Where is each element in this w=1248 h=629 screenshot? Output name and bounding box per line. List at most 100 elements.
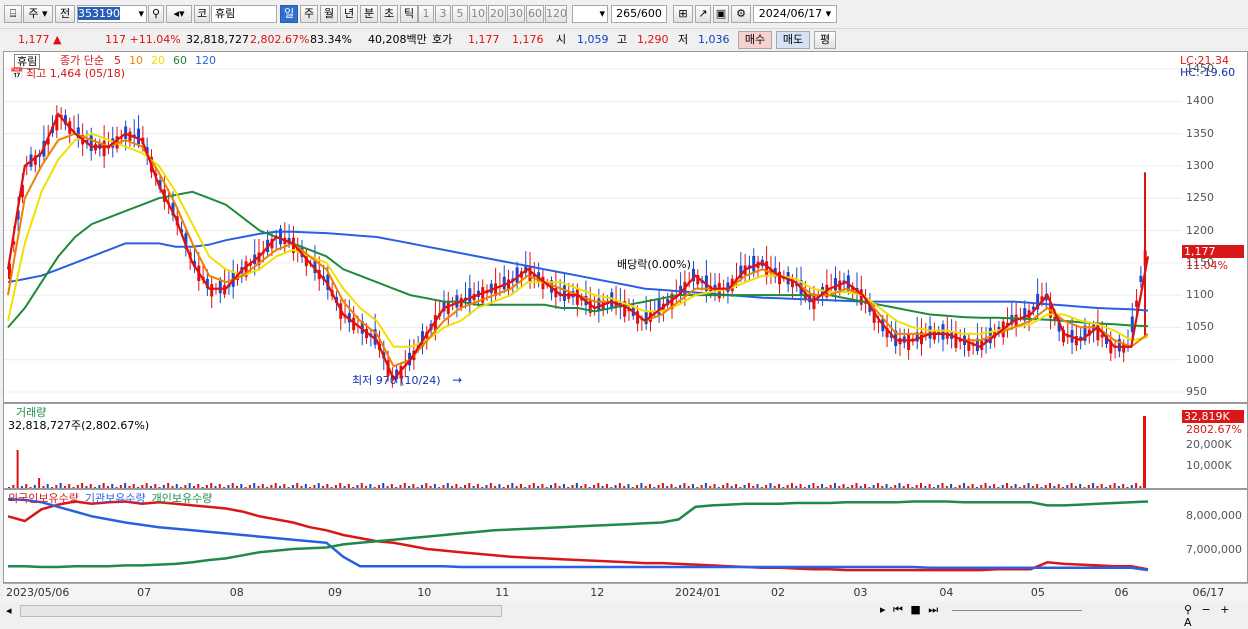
holdings-tick-7m: 7,000,000 [1186, 543, 1242, 556]
ma-legend-10: 10 [129, 54, 143, 67]
interval-button-3[interactable]: 3 [435, 5, 451, 23]
interval-button-20[interactable]: 20 [488, 5, 506, 23]
period-tab-3[interactable]: 년 [340, 5, 358, 23]
settings-icon[interactable]: ⚙ [731, 5, 751, 23]
zoom-icons[interactable]: ⚲ − + A [1184, 603, 1248, 629]
price-tick: 1050 [1186, 320, 1214, 334]
volume-bar [218, 484, 221, 488]
ma-legend: 5 10 20 60 120 [114, 54, 224, 67]
volume-bar [700, 485, 703, 488]
ma-legend-120: 120 [195, 54, 216, 67]
chart-menu-icon[interactable]: ⌸ [4, 5, 22, 23]
ma-legend-5: 5 [114, 54, 121, 67]
volume-bar [356, 485, 359, 488]
volume-bar [390, 484, 393, 488]
interval-button-30[interactable]: 30 [507, 5, 525, 23]
volume-bar [455, 484, 458, 488]
name-input[interactable]: 휴림 [211, 5, 277, 23]
volume-bar [330, 487, 333, 488]
market-prefix[interactable]: 코 [194, 5, 210, 23]
holdings-legend: 외국인보유수량 기관보유수량 개인보유수량 [8, 492, 218, 505]
volume-bar [253, 483, 256, 488]
volume-bar [188, 483, 191, 488]
volume-bar [171, 486, 174, 488]
volume-bar [68, 484, 71, 488]
count-field[interactable]: 265/600 [611, 5, 667, 23]
interval-button-120[interactable]: 120 [545, 5, 567, 23]
interval-custom-select[interactable]: ▾ [572, 5, 608, 23]
volume-bar [915, 485, 918, 488]
volume-bar [709, 486, 712, 488]
buy-button[interactable]: 매수 [738, 31, 772, 49]
volume-bar [515, 486, 518, 488]
volume-bar [924, 486, 927, 488]
ratio-value: 83.34% [310, 33, 352, 46]
volume-bar [403, 483, 406, 488]
period-tab-1[interactable]: 주 [300, 5, 318, 23]
period-tab-2[interactable]: 월 [320, 5, 338, 23]
volume-bar [1126, 487, 1129, 488]
volume-bar [498, 484, 501, 488]
scroll-left-icon[interactable]: ◂ [6, 604, 16, 617]
scroll-thumb[interactable] [20, 605, 502, 617]
volume-title: 거래량 [16, 406, 47, 419]
period-select[interactable]: 주 ▾ [23, 5, 53, 23]
volume-bar [821, 484, 824, 488]
volume-bar [438, 487, 441, 488]
volume-bar [1006, 483, 1009, 488]
interval-button-10[interactable]: 10 [469, 5, 487, 23]
volume-bar [567, 487, 570, 488]
volume-bar [584, 484, 587, 488]
low-note: 최저 970 (10/24) [352, 374, 441, 387]
x-tick-label: 06 [1114, 586, 1129, 599]
dividend-note: 배당락(0.00%) [617, 258, 691, 271]
volume-bar [902, 486, 905, 488]
code-input[interactable]: 353190 ▾ [77, 5, 147, 23]
ma-legend-60: 60 [173, 54, 187, 67]
volume-bar [855, 483, 858, 488]
candle-body [218, 280, 222, 294]
search-icon[interactable]: ⚲ [148, 5, 164, 23]
x-axis [3, 583, 1248, 602]
playback-controls[interactable]: ▸ ⏮ ■ ⏭ [880, 603, 940, 617]
date-field[interactable]: 2024/06/17 ▾ [753, 5, 837, 23]
x-tick-label: 05 [1030, 586, 1045, 599]
volume-bar [618, 483, 621, 488]
x-tick-label: 04 [939, 586, 954, 599]
calendar-icon[interactable]: 📅 [10, 67, 24, 80]
volume-bar [287, 487, 290, 488]
interval-button-1[interactable]: 1 [418, 5, 434, 23]
sell-button[interactable]: 매도 [776, 31, 810, 49]
period-tab-5[interactable]: 초 [380, 5, 398, 23]
low-label: 저 [678, 33, 689, 46]
high-value: 1,290 [637, 33, 669, 46]
period-tab-4[interactable]: 분 [360, 5, 378, 23]
interval-button-60[interactable]: 60 [526, 5, 544, 23]
volume-bar [1040, 487, 1043, 488]
volume-bar [816, 486, 819, 488]
candle-body [657, 299, 661, 316]
volume-bar [377, 485, 380, 488]
period-tab-0[interactable]: 일 [280, 5, 298, 23]
period-tab-6[interactable]: 틱 [400, 5, 418, 23]
interval-button-5[interactable]: 5 [452, 5, 468, 23]
volume-bar [898, 483, 901, 488]
tool-icon[interactable]: ↗ [695, 5, 711, 23]
volume-bar [304, 484, 307, 488]
volume-bar [842, 484, 845, 488]
save-icon[interactable]: ▣ [713, 5, 729, 23]
volume-bar [98, 485, 101, 488]
candle-body [89, 135, 93, 151]
speaker-icon[interactable]: ◂▾ [166, 5, 192, 23]
code-dropdown-icon[interactable]: ▾ [138, 6, 144, 22]
volume-bar [485, 485, 488, 488]
volume-rate: 2,802.67% [250, 33, 310, 46]
volume-bar [33, 485, 36, 488]
volume-bar [76, 485, 79, 488]
scrollbar[interactable]: ◂ ▸ ⏮ ■ ⏭ ⚲ − + A [4, 602, 1248, 629]
candle-body [528, 265, 532, 282]
zoom-slider[interactable] [952, 610, 1082, 611]
avg-button[interactable]: 평 [814, 31, 836, 49]
grid-icon[interactable]: ⊞ [673, 5, 693, 23]
prev-button[interactable]: 전 [55, 5, 75, 23]
